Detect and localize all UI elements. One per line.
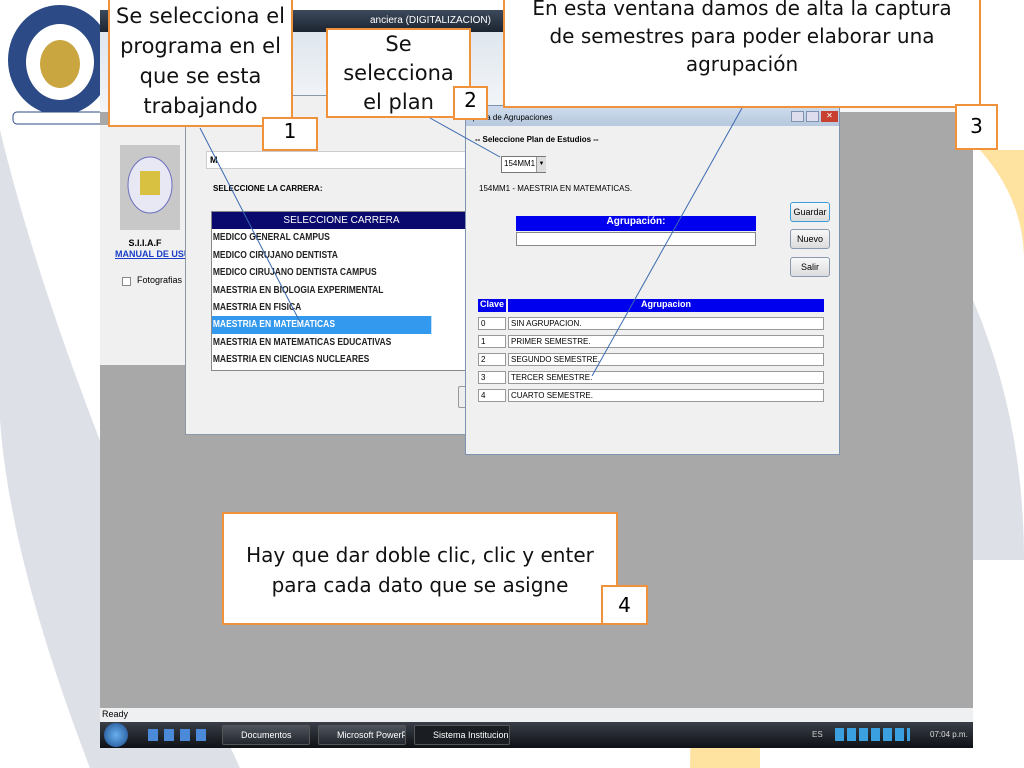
cell-agrupacion[interactable]: TERCER SEMESTRE. xyxy=(508,371,824,384)
callout-number-4: 4 xyxy=(601,585,648,625)
carrera-label: SELECCIONE LA CARRERA: xyxy=(213,184,323,193)
university-seal xyxy=(120,145,180,230)
cell-agrupacion[interactable]: CUARTO SEMESTRE. xyxy=(508,389,824,402)
list-item[interactable]: MEDICO CIRUJANO DENTISTA CAMPUS xyxy=(212,264,431,281)
taskbar: Documentos Microsoft PowerPoi... Sistema… xyxy=(100,722,973,748)
maximize-button[interactable] xyxy=(806,111,819,122)
taskbar-documentos[interactable]: Documentos xyxy=(222,725,310,745)
callout-number-3: 3 xyxy=(955,104,998,150)
chevron-down-icon[interactable]: ▼ xyxy=(536,157,546,172)
salir-button[interactable]: Salir xyxy=(790,257,830,277)
callout-4: Hay que dar doble clic, clic y enter par… xyxy=(222,512,618,625)
list-item-selected[interactable]: MAESTRIA EN MATEMATICAS xyxy=(212,316,432,334)
cell-clave[interactable]: 3 xyxy=(478,371,506,384)
carrera-dialog: M SELECCIONE LA CARRERA: SELECCIONE CARR… xyxy=(185,95,476,435)
col-header-clave: Clave xyxy=(478,299,506,312)
left-panel: S.I.I.A.F MANUAL DE USUAR Fotografias Lo xyxy=(100,125,203,365)
university-logo xyxy=(5,0,115,128)
list-header: SELECCIONE CARRERA xyxy=(212,212,470,230)
list-item[interactable]: MAESTRIA EN BIOLOGIA EXPERIMENTAL xyxy=(212,282,431,299)
clock: 07:04 p.m. xyxy=(930,730,968,739)
callout-3: En esta ventana damos de alta la captura… xyxy=(503,0,981,108)
minimize-button[interactable] xyxy=(791,111,804,122)
list-item[interactable]: MEDICO GENERAL CAMPUS xyxy=(212,229,431,246)
list-item[interactable]: MEDICO CIRUJANO DENTISTA xyxy=(212,247,431,264)
status-bar: Ready xyxy=(100,708,973,722)
cell-clave[interactable]: 0 xyxy=(478,317,506,330)
plan-label: -- Seleccione Plan de Estudios -- xyxy=(475,135,599,144)
agrupacion-input[interactable] xyxy=(516,232,756,246)
guardar-button[interactable]: Guardar xyxy=(790,202,830,222)
cell-clave[interactable]: 2 xyxy=(478,353,506,366)
agrupaciones-dialog: aptura de Agrupaciones ✕ -- Seleccione P… xyxy=(465,105,840,455)
cell-agrupacion[interactable]: SEGUNDO SEMESTRE. xyxy=(508,353,824,366)
list-item[interactable]: MAESTRIA EN MATEMATICAS EDUCATIVAS xyxy=(212,334,431,351)
cell-agrupacion[interactable]: PRIMER SEMESTRE. xyxy=(508,335,824,348)
tray-icons[interactable] xyxy=(835,728,910,741)
list-item[interactable]: MAESTRIA EN FISICA xyxy=(212,299,431,316)
close-icon[interactable]: ✕ xyxy=(821,111,838,122)
list-item[interactable]: MAESTRIA EN CIENCIAS NUCLEARES xyxy=(212,351,431,368)
cell-clave[interactable]: 4 xyxy=(478,389,506,402)
language-indicator[interactable]: ES xyxy=(812,730,823,739)
taskbar-sistema[interactable]: Sistema Instituciona... xyxy=(414,725,510,745)
cell-clave[interactable]: 1 xyxy=(478,335,506,348)
plan-description: 154MM1 - MAESTRIA EN MATEMATICAS. xyxy=(479,184,633,193)
agrupacion-label: Agrupación: xyxy=(516,216,756,231)
carrera-search-input[interactable]: M xyxy=(206,151,476,169)
callout-2: Se selecciona el plan xyxy=(326,28,471,118)
quicklaunch-icons[interactable] xyxy=(148,729,208,741)
fotografias-checkbox[interactable] xyxy=(122,277,131,286)
taskbar-powerpoint[interactable]: Microsoft PowerPoi... xyxy=(318,725,406,745)
start-button[interactable] xyxy=(104,723,128,747)
nuevo-button[interactable]: Nuevo xyxy=(790,229,830,249)
carrera-list[interactable]: SELECCIONE CARRERA MEDICO GENERAL CAMPUS… xyxy=(211,211,471,371)
callout-number-2: 2 xyxy=(453,86,488,120)
app-name: S.I.I.A.F xyxy=(128,238,162,248)
callout-number-1: 1 xyxy=(262,117,318,151)
col-header-agrupacion: Agrupacion xyxy=(508,299,824,312)
cell-agrupacion[interactable]: SIN AGRUPACION. xyxy=(508,317,824,330)
callout-1: Se selecciona el programa en el que se e… xyxy=(108,0,293,127)
